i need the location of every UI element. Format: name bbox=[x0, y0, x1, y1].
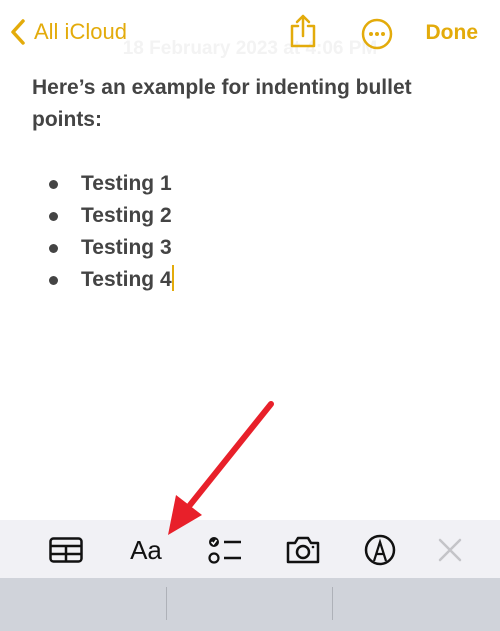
checklist-icon bbox=[208, 537, 241, 564]
note-intro: Here’s an example for indenting bullet p… bbox=[32, 76, 412, 131]
bullet-list: Testing 1 Testing 2 Testing 3 Testing 4 bbox=[32, 168, 472, 296]
table-icon bbox=[49, 537, 83, 563]
camera-icon bbox=[286, 536, 320, 564]
list-item: Testing 4 bbox=[32, 264, 472, 296]
markup-icon bbox=[364, 534, 396, 566]
markup-button[interactable] bbox=[360, 530, 400, 570]
close-toolbar-button[interactable] bbox=[430, 530, 470, 570]
navigation-bar: All iCloud 18 February 2023 at 4:06 PM D… bbox=[0, 0, 500, 70]
keyboard-suggestion-bar bbox=[0, 578, 500, 631]
more-options-icon[interactable] bbox=[361, 18, 393, 50]
checklist-button[interactable] bbox=[205, 530, 245, 570]
list-item-text: Testing 4 bbox=[81, 268, 172, 291]
table-button[interactable] bbox=[46, 530, 86, 570]
done-button[interactable]: Done bbox=[426, 21, 479, 45]
text-cursor bbox=[171, 265, 174, 291]
format-button[interactable]: Aa bbox=[126, 530, 166, 570]
share-icon[interactable] bbox=[288, 14, 318, 48]
close-icon bbox=[438, 538, 462, 562]
divider bbox=[166, 587, 167, 620]
list-item: Testing 2 bbox=[32, 200, 472, 232]
list-item: Testing 3 bbox=[32, 232, 472, 264]
camera-button[interactable] bbox=[283, 530, 323, 570]
formatting-toolbar: Aa bbox=[0, 520, 500, 578]
divider bbox=[332, 587, 333, 620]
note-editor[interactable]: Here’s an example for indenting bullet p… bbox=[32, 72, 472, 296]
list-item: Testing 1 bbox=[32, 168, 472, 200]
